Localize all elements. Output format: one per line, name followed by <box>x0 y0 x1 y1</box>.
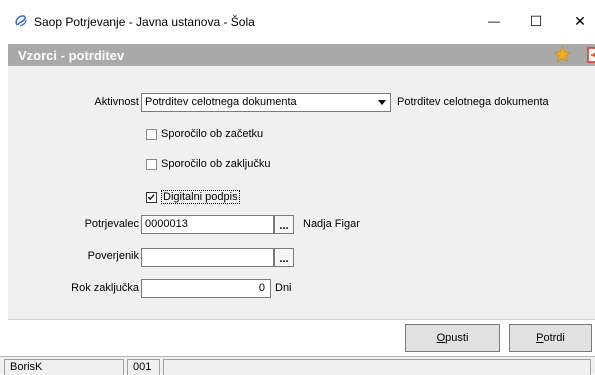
maximize-button[interactable]: ☐ <box>518 6 554 36</box>
form-panel: Aktivnost Potrditev celotnega dokumenta … <box>8 66 595 319</box>
checkbox-row-digitalni[interactable]: Digitalni podpis <box>146 190 240 204</box>
aktivnost-label: Aktivnost <box>94 96 139 108</box>
checkbox-label: Digitalni podpis <box>161 190 240 204</box>
rok-zakljucka-input[interactable]: 0 <box>141 279 271 298</box>
aktivnost-description: Potrditev celotnega dokumenta <box>397 96 549 108</box>
checkbox-label: Sporočilo ob zaključku <box>161 158 271 170</box>
window-titlebar: Saop Potrjevanje - Javna ustanova - Šola… <box>0 0 595 44</box>
rok-zakljucka-label: Rok zaključka <box>71 282 139 294</box>
cancel-button[interactable]: Opusti <box>405 324 500 352</box>
confirm-button-label: Potrdi <box>536 332 565 344</box>
potrjevalec-name: Nadja Figar <box>303 218 360 230</box>
aktivnost-select[interactable]: Potrditev celotnega dokumenta <box>141 93 391 112</box>
checkmark-icon <box>147 193 155 200</box>
checkbox-label: Sporočilo ob začetku <box>161 128 264 140</box>
form-title: Vzorci - potrditev <box>18 48 125 63</box>
poverjenik-lookup-button[interactable]: ... <box>274 248 294 267</box>
star-icon[interactable] <box>554 46 571 63</box>
close-icon: ✕ <box>574 12 586 29</box>
minimize-icon: — <box>488 14 500 28</box>
maximize-icon: ☐ <box>529 12 543 29</box>
status-empty-cell <box>163 359 591 375</box>
confirm-button[interactable]: Potrdi <box>509 324 592 352</box>
checkbox-digitalni-podpis[interactable] <box>146 191 157 203</box>
button-bar-separator <box>8 319 595 320</box>
poverjenik-input[interactable] <box>141 248 274 267</box>
ellipsis-icon: ... <box>279 253 289 265</box>
rok-zakljucka-value: 0 <box>258 282 265 294</box>
minimize-button[interactable]: — <box>476 6 512 36</box>
close-button[interactable]: ✕ <box>562 6 595 36</box>
status-code: 001 <box>127 359 160 375</box>
poverjenik-label: Poverjenik <box>87 250 139 262</box>
checkbox-sporocilo-zacetek[interactable] <box>146 128 157 140</box>
status-user: BorisK <box>4 359 124 375</box>
chevron-down-icon <box>378 100 386 105</box>
aktivnost-select-value: Potrditev celotnega dokumenta <box>145 96 297 108</box>
exit-door-icon[interactable] <box>587 47 595 63</box>
potrjevalec-value: 0000013 <box>145 218 188 230</box>
window-title: Saop Potrjevanje - Javna ustanova - Šola <box>34 15 255 29</box>
checkbox-row-zacetek[interactable]: Sporočilo ob začetku <box>146 128 263 140</box>
potrjevalec-label: Potrjevalec <box>84 218 139 230</box>
cancel-button-label: Opusti <box>436 332 469 344</box>
app-logo-icon <box>15 15 27 27</box>
potrjevalec-input[interactable]: 0000013 <box>141 215 274 234</box>
checkbox-row-zakljucek[interactable]: Sporočilo ob zaključku <box>146 158 270 170</box>
ellipsis-icon: ... <box>279 220 289 232</box>
status-bar: BorisK 001 <box>0 356 595 375</box>
form-header-banner: Vzorci - potrditev <box>8 44 595 66</box>
rok-zakljucka-unit: Dni <box>275 282 292 294</box>
checkbox-sporocilo-zakljucek[interactable] <box>146 158 157 170</box>
potrjevalec-lookup-button[interactable]: ... <box>274 215 294 234</box>
